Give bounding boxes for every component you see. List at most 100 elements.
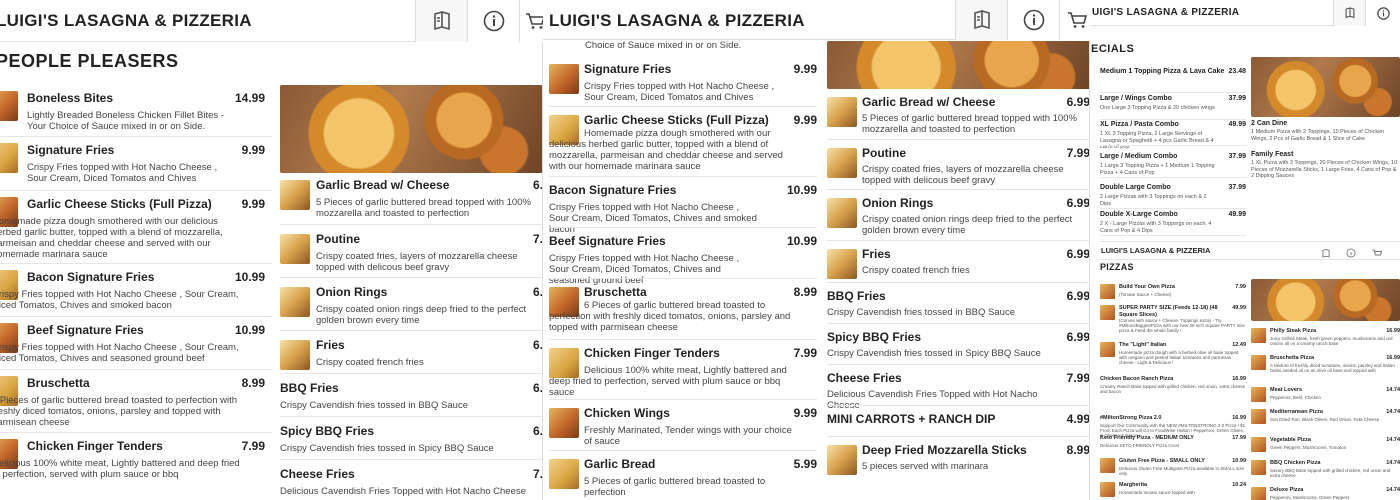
- cart-button[interactable]: [519, 0, 545, 42]
- menu-item[interactable]: Fries 6.99 Crispy coated french fries: [827, 247, 1091, 287]
- item-price: 10.99: [234, 323, 265, 337]
- item-name: Fries: [862, 247, 891, 261]
- menu-item[interactable]: Bruschetta 8.996 Pieces of garlic buttere…: [549, 285, 817, 333]
- menu-item[interactable]: Meat Lovers 14.74 Pepperoni, Beef, Chicken: [1251, 387, 1400, 409]
- item-price: 49.99: [1232, 305, 1246, 311]
- menu-item[interactable]: Onion Rings 6.99 Crispy coated onion rings…: [827, 196, 1091, 236]
- item-name: Family Feast: [1251, 151, 1294, 158]
- menu-book-icon: [1345, 7, 1354, 19]
- menu-item[interactable]: Deep Fried Mozzarella Sticks 8.99 5 pieces…: [827, 443, 1091, 483]
- menu-item[interactable]: Mediterranean Pizza 14.74 Sun Dried Tom, B…: [1251, 409, 1400, 431]
- menu-item[interactable]: Cheese Fries Delicious Cavendish Fries To…: [280, 467, 545, 500]
- menu-item[interactable]: Bruschetta Pizza 16.99 A Mixture of freshl…: [1251, 355, 1400, 377]
- item-description: Delicious 100% white meat, Lightly batte…: [549, 365, 787, 398]
- info-button[interactable]: [1007, 0, 1059, 40]
- menu-item[interactable]: Onion Rings Crispy coated onion rings dee…: [280, 285, 545, 329]
- item-name: Cheese Fries: [827, 371, 902, 385]
- menu-item[interactable]: Spicy BBQ Fries Crispy Cavendish fries to…: [280, 424, 545, 468]
- item-description: Crispy Cavendish fries tossed in Spicy B…: [827, 348, 1041, 359]
- item-description: Homemade pizza dough smothered with our …: [0, 216, 223, 260]
- menu-item[interactable]: BBQ Chicken Pizza 14.74 Savory BBQ Base to…: [1251, 460, 1400, 482]
- menu-item[interactable]: Double Large Combo 37.99 2 Large Pizzas wi…: [1100, 184, 1246, 210]
- item-description: 5 Pieces of garlic buttered bread topped…: [862, 113, 1077, 135]
- item-description: 5 pieces served with marinara: [862, 461, 989, 472]
- info-icon: [483, 10, 504, 32]
- item-description: A Mixture of freshly diced tomatoes, oni…: [1270, 363, 1395, 374]
- divider: [827, 436, 1091, 437]
- menu-item[interactable]: Poutine Crispy coated fries, layers of mo…: [280, 232, 545, 276]
- menu-item[interactable]: Beef Signature Fries 10.99 Crispy Fries to…: [0, 323, 272, 373]
- item-price: 10.99: [786, 234, 817, 248]
- menu-item[interactable]: BBQ Fries Crispy Cavendish fries tossed i…: [280, 381, 545, 425]
- menu-item[interactable]: Double X-Large Combo 49.99 2 X - Large Piz…: [1100, 211, 1246, 237]
- menu-item[interactable]: Chicken Bacon Ranch Pizza 16.99 Creamy Ran…: [1100, 376, 1246, 398]
- menu-item[interactable]: Garlic Cheese Sticks (Full Pizza) 9.99 Hom…: [549, 113, 817, 172]
- menu-item[interactable]: The "Light" Italian 12.49 Homemade pizza d…: [1100, 342, 1246, 365]
- item-description: Freshly Marinated, Tender wings with you…: [584, 425, 792, 447]
- restaurant-title: LUIGI'S LASAGNA & PIZZERIA: [549, 11, 805, 30]
- menu-item[interactable]: Gluten Free Pizza - SMALL ONLY 10.99 Delic…: [1100, 458, 1246, 480]
- divider: [827, 364, 1091, 365]
- menu-book-icon[interactable]: [1322, 245, 1334, 258]
- item-description: Crispy Cavendish fries tossed in Spicy B…: [280, 443, 494, 454]
- menu-item[interactable]: Margherita 10.24 Homemade tomato sauce top…: [1100, 482, 1246, 500]
- item-description: Sun Dried Tom, Black Olives, Red Onion, …: [1270, 417, 1380, 422]
- divider: [0, 432, 272, 433]
- menu-item[interactable]: #MiltonStrong Pizza 2.0 16.99 Support Our …: [1100, 415, 1246, 438]
- cart-icon[interactable]: [1372, 245, 1384, 257]
- divider: [1100, 235, 1246, 236]
- divider: [1100, 92, 1246, 93]
- menu-item[interactable]: 2 Can Dine 1 Medium Pizza with 2 Toppings…: [1251, 120, 1400, 150]
- item-description: Juicy Grilled Steak, fresh green peppers…: [1270, 336, 1393, 347]
- menu-panel-1: LUIGI'S LASAGNA & PIZZERIA PEOPLE PLEASE…: [0, 0, 545, 500]
- item-thumbnail: [1251, 328, 1266, 343]
- item-price: 9.99: [793, 113, 817, 127]
- menu-button[interactable]: [1333, 0, 1365, 26]
- menu-item[interactable]: Large / Wings Combo 37.99 One Large 3 Topp…: [1100, 95, 1246, 121]
- item-thumbnail: [0, 143, 18, 173]
- menu-item[interactable]: Bacon Signature Fries 10.99 Crispy Fries t…: [0, 270, 272, 320]
- menu-item[interactable]: Beef Signature Fries 10.99 Crispy Fries to…: [549, 234, 817, 286]
- menu-button[interactable]: [415, 0, 467, 42]
- menu-button[interactable]: [955, 0, 1007, 40]
- menu-item[interactable]: Vegetable Pizza 14.74 Green Peppers, Mushr…: [1251, 437, 1400, 459]
- menu-item[interactable]: Garlic Cheese Sticks (Full Pizza) 9.99 Hom…: [0, 197, 272, 260]
- menu-item[interactable]: XL Pizza / Pasta Combo 49.99 1 XL 3 Toppin…: [1100, 121, 1246, 150]
- menu-item[interactable]: Garlic Bread w/ Cheese 5 Pieces of garlic…: [280, 178, 545, 222]
- item-name: Onion Rings: [862, 196, 934, 210]
- info-button[interactable]: [467, 0, 519, 42]
- item-description: Crispy Cavendish fries tossed in BBQ Sau…: [827, 307, 1015, 318]
- menu-item[interactable]: Garlic Bread w/ Cheese 6.99 5 Pieces of ga…: [827, 95, 1091, 135]
- menu-item[interactable]: Garlic Bread 5.99 5 Pieces of garlic butte…: [549, 457, 817, 500]
- menu-item[interactable]: Large / Medium Combo 37.99 1 Large 3 Toppi…: [1100, 153, 1246, 179]
- item-name: Garlic Cheese Sticks (Full Pizza): [584, 113, 769, 127]
- divider: [549, 450, 817, 451]
- menu-item[interactable]: Chicken Wings 9.99 Freshly Marinated, Tend…: [549, 406, 817, 454]
- item-price: 6.: [533, 338, 544, 352]
- menu-item[interactable]: Philly Steak Pizza 16.99 Juicy Grilled Ste…: [1251, 328, 1400, 350]
- info-button[interactable]: [1365, 0, 1400, 26]
- item-thumbnail: [280, 287, 310, 317]
- menu-item[interactable]: Fries Crispy coated french fries 6.: [280, 338, 545, 382]
- menu-item[interactable]: Build Your Own Pizza 7.99 (Tomato Sauce + …: [1100, 284, 1246, 306]
- menu-item[interactable]: Chicken Finger Tenders 7.99 Delicious 100%…: [0, 439, 272, 489]
- menu-item[interactable]: Deluxe Pizza 14.74 Pepperoni, Mushrooms, G…: [1251, 487, 1400, 500]
- section-title: ECIALS: [1091, 43, 1135, 55]
- info-icon[interactable]: [1346, 245, 1358, 258]
- menu-item[interactable]: Keto Friendly Pizza - MEDIUM ONLY 17.99 De…: [1100, 435, 1246, 457]
- menu-item[interactable]: Bacon Signature Fries 10.99 Crispy Fries t…: [549, 183, 817, 235]
- divider: [1100, 208, 1246, 209]
- menu-item[interactable]: Family Feast 1 XL Pizza with 3 Toppings, …: [1251, 151, 1400, 181]
- item-description: Delicious Cavendish Fries Topped with Ho…: [280, 486, 526, 497]
- divider: [827, 240, 1091, 241]
- menu-item[interactable]: Signature Fries 9.99 Crispy Fries topped w…: [549, 62, 817, 110]
- menu-item[interactable]: Signature Fries 9.99 Crispy Fries topped w…: [0, 143, 272, 193]
- menu-item[interactable]: Medium 1 Topping Pizza & Lava Cake 23.48: [1100, 68, 1246, 94]
- menu-item[interactable]: Poutine 7.99 Crispy coated fries, layers o…: [827, 146, 1091, 186]
- menu-item[interactable]: Bruschetta 8.996 Pieces of garlic buttere…: [0, 376, 272, 428]
- menu-item[interactable]: SUPER PARTY SIZE (Feeds 12-18) (48 Squar…: [1100, 305, 1246, 333]
- cart-button[interactable]: [1059, 0, 1093, 40]
- menu-item[interactable]: Chicken Finger Tenders 7.99 Delicious 100%…: [549, 346, 817, 398]
- menu-item[interactable]: Boneless Bites 14.99 Lightly Breaded Bonel…: [0, 91, 272, 141]
- item-description: One Large 3 Topping Pizza & 20 chicken w…: [1100, 105, 1215, 111]
